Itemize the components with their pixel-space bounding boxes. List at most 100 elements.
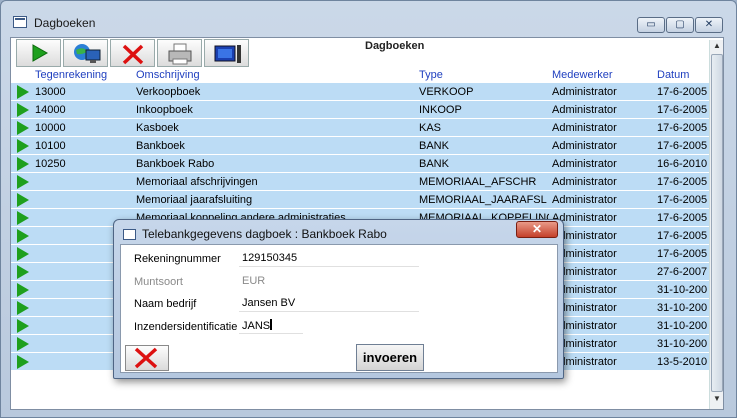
cell-rek: 10100	[35, 140, 66, 152]
muntsoort-field: EUR	[239, 273, 279, 290]
col-header-type[interactable]: Type	[419, 69, 443, 81]
cell-datum: 17-6-2005	[657, 212, 708, 224]
minimize-button[interactable]: ▭	[637, 17, 665, 33]
dialog-title: Telebankgegevens dagboek : Bankboek Rabo	[142, 227, 387, 241]
cell-type: MEMORIAAL_AFSCHR	[419, 176, 537, 188]
cell-datum: 17-6-2005	[657, 194, 708, 206]
scroll-thumb[interactable]	[711, 54, 723, 392]
delete-x-icon	[122, 44, 144, 65]
row-play-icon[interactable]	[17, 319, 29, 333]
cancel-button[interactable]	[125, 345, 169, 371]
play-icon	[32, 44, 49, 62]
row-play-icon[interactable]	[17, 121, 29, 135]
cell-mw: Administrator	[552, 320, 617, 332]
invoeren-button[interactable]: invoeren	[356, 344, 424, 371]
cell-datum: 31-10-200	[657, 320, 708, 332]
cell-mw: Administrator	[552, 158, 617, 170]
cell-datum: 31-10-200	[657, 302, 708, 314]
printer-icon	[168, 43, 192, 65]
inzendersidentificatie-value: JANS	[242, 320, 271, 332]
cell-mw: Administrator	[552, 302, 617, 314]
cell-datum: 31-10-200	[657, 338, 708, 350]
close-button[interactable]: ✕	[695, 17, 723, 33]
text-cursor	[270, 319, 273, 330]
table-row[interactable]: 13000 Verkoopboek VERKOOP Administrator 17-6…	[11, 83, 709, 101]
cell-datum: 27-6-2007	[657, 266, 708, 278]
cell-datum: 17-6-2005	[657, 140, 708, 152]
cell-mw: Administrator	[552, 104, 617, 116]
cell-oms: Verkoopboek	[136, 86, 201, 98]
play-button[interactable]	[16, 39, 61, 67]
cell-datum: 17-6-2005	[657, 230, 708, 242]
row-play-icon[interactable]	[17, 283, 29, 297]
cell-oms: Bankboek	[136, 140, 185, 152]
cell-mw: Administrator	[552, 86, 617, 98]
rekeningnummer-field[interactable]: 129150345	[239, 250, 419, 267]
col-header-medewerker[interactable]: Medewerker	[552, 69, 613, 81]
row-play-icon[interactable]	[17, 265, 29, 279]
scroll-up-icon[interactable]: ▲	[713, 41, 721, 50]
col-header-omschrijving[interactable]: Omschrijving	[136, 69, 200, 81]
cell-oms: Kasboek	[136, 122, 179, 134]
table-row[interactable]: 14000 Inkoopboek INKOOP Administrator 17-6-2…	[11, 101, 709, 119]
computer-globe-icon	[74, 44, 101, 63]
cancel-x-icon	[134, 347, 158, 369]
cell-mw: Administrator	[552, 122, 617, 134]
scroll-down-icon[interactable]: ▼	[713, 394, 721, 403]
cell-datum: 13-5-2010	[657, 356, 708, 368]
toolbar: Dagboeken	[11, 38, 723, 68]
row-play-icon[interactable]	[17, 229, 29, 243]
row-play-icon[interactable]	[17, 175, 29, 189]
cell-datum: 17-6-2005	[657, 248, 708, 260]
cell-mw: Administrator	[552, 230, 617, 242]
cell-mw: Administrator	[552, 176, 617, 188]
cell-type: VERKOOP	[419, 86, 474, 98]
cell-oms: Bankboek Rabo	[136, 158, 215, 170]
cell-datum: 31-10-200	[657, 284, 708, 296]
cell-type: KAS	[419, 122, 442, 134]
naam-bedrijf-field[interactable]: Jansen BV	[239, 295, 419, 312]
row-play-icon[interactable]	[17, 337, 29, 351]
row-play-icon[interactable]	[17, 247, 29, 261]
cell-mw: Administrator	[552, 284, 617, 296]
table-row[interactable]: 10250 Bankboek Rabo BANK Administrator 16-6-…	[11, 155, 709, 173]
muntsoort-label: Muntsoort	[134, 276, 183, 288]
row-play-icon[interactable]	[17, 301, 29, 315]
col-header-datum[interactable]: Datum	[657, 69, 689, 81]
cell-rek: 10000	[35, 122, 66, 134]
row-play-icon[interactable]	[17, 193, 29, 207]
form-title: Dagboeken	[365, 40, 425, 52]
table-row[interactable]: Memoriaal jaarafsluiting MEMORIAAL_JAARAF…	[11, 191, 709, 209]
cell-mw: Administrator	[552, 194, 617, 206]
cell-mw: Administrator	[552, 248, 617, 260]
cell-mw: Administrator	[552, 140, 617, 152]
telebank-button[interactable]	[63, 39, 108, 67]
row-play-icon[interactable]	[17, 85, 29, 99]
cell-oms: Memoriaal jaarafsluiting	[136, 194, 253, 206]
screen-button[interactable]	[204, 39, 249, 67]
row-play-icon[interactable]	[17, 211, 29, 225]
row-play-icon[interactable]	[17, 139, 29, 153]
inzendersidentificatie-field[interactable]: JANS	[239, 317, 303, 334]
cell-mw: Administrator	[552, 212, 617, 224]
maximize-button[interactable]: ▢	[666, 17, 694, 33]
table-row[interactable]: 10000 Kasboek KAS Administrator 17-6-2005	[11, 119, 709, 137]
cell-rek: 14000	[35, 104, 66, 116]
delete-button[interactable]	[110, 39, 155, 67]
cell-type: INKOOP	[419, 104, 462, 116]
vertical-scrollbar[interactable]: ▲ ▼	[709, 40, 723, 409]
table-row[interactable]: 10100 Bankboek BANK Administrator 17-6-2005	[11, 137, 709, 155]
rekeningnummer-label: Rekeningnummer	[134, 253, 221, 265]
col-header-tegenrekening[interactable]: Tegenrekening	[35, 69, 107, 81]
title-bar[interactable]: Dagboeken ▭ ▢ ✕	[1, 1, 736, 33]
window-title: Dagboeken	[34, 16, 96, 30]
table-row[interactable]: Memoriaal afschrijvingen MEMORIAAL_AFSCHR…	[11, 173, 709, 191]
row-play-icon[interactable]	[17, 355, 29, 369]
print-button[interactable]	[157, 39, 202, 67]
row-play-icon[interactable]	[17, 103, 29, 117]
cell-rek: 13000	[35, 86, 66, 98]
cell-oms: Memoriaal afschrijvingen	[136, 176, 258, 188]
telebank-dialog: Telebankgegevens dagboek : Bankboek Rabo…	[113, 219, 564, 379]
dialog-close-button[interactable]: ✕	[516, 221, 558, 238]
row-play-icon[interactable]	[17, 157, 29, 171]
